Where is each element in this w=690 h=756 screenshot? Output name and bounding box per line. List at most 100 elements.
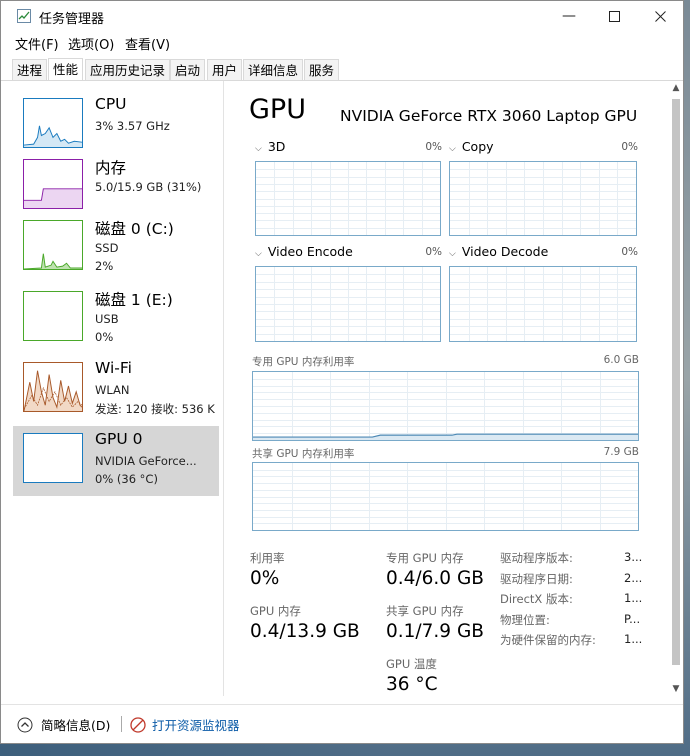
chevron-down-icon: ⌵ [255,144,262,154]
engine-video-decode-selector[interactable]: ⌵ Video Decode [449,244,548,259]
window-title: 任务管理器 [39,12,105,27]
page-title: GPU [249,94,306,125]
engine-3d-graph [255,161,441,236]
footer-bar: 简略信息(D) 打开资源监视器 [1,704,683,743]
title-bar: 任务管理器 — [1,1,683,31]
shared-memory-value: 0.1/7.9 GB [386,621,484,642]
disk1-type: USB [95,312,119,326]
less-details-label: 简略信息(D) [41,718,111,733]
open-resource-monitor-label: 打开资源监视器 [152,718,240,733]
chevron-down-icon: ⌵ [255,249,262,259]
footer-divider [121,716,122,732]
tab-details[interactable]: 详细信息 [243,59,304,80]
tab-processes[interactable]: 进程 [12,59,48,80]
sidebar-item-memory[interactable]: 内存 5.0/15.9 GB (31%) [13,152,219,222]
minimize-icon: — [562,8,576,24]
menu-view[interactable]: 查看(V) [125,34,170,53]
engine-video-decode-graph [449,266,637,342]
resource-monitor-icon [130,716,146,733]
engine-copy-percent: 0% [621,141,638,153]
dedicated-memory-usage-line [253,433,638,440]
directx-version-label: DirectX 版本: [500,592,573,606]
gpu-temperature-label: GPU 温度 [386,657,437,671]
physical-location-label: 物理位置: [500,613,550,627]
gpu-detail-panel: GPU NVIDIA GeForce RTX 3060 Laptop GPU ⌵… [224,81,669,696]
gpu-memory-label: GPU 内存 [250,604,301,618]
engine-copy-graph [449,161,637,236]
physical-location-value: P... [624,612,641,626]
dedicated-memory-graph [252,371,639,441]
tab-app-history[interactable]: 应用历史记录 [85,59,171,80]
gpu-memory-value: 0.4/13.9 GB [250,621,360,642]
dedicated-memory-graph-label: 专用 GPU 内存利用率 [252,356,355,368]
engine-copy-label: Copy [461,139,494,154]
menu-options[interactable]: 选项(O) [68,34,114,53]
gpu0-usage: 0% (36 °C) [95,472,158,486]
less-details-button[interactable]: 简略信息(D) [17,715,110,734]
disk1-title: 磁盘 1 (E:) [95,291,173,309]
graph-gridlines [256,162,440,235]
engine-copy-selector[interactable]: ⌵ Copy [449,139,494,154]
engine-video-decode-percent: 0% [621,246,638,258]
sidebar-item-cpu[interactable]: CPU 3% 3.57 GHz [13,91,219,161]
open-resource-monitor-link[interactable]: 打开资源监视器 [130,715,240,734]
menu-bar: 文件(F) 选项(O) 查看(V) [1,32,683,53]
dedicated-memory-value: 0.4/6.0 GB [386,568,484,589]
vertical-scrollbar[interactable]: ▲ ▼ [669,81,683,701]
engine-video-encode-selector[interactable]: ⌵ Video Encode [255,244,353,259]
close-icon [654,10,666,22]
resource-list: CPU 3% 3.57 GHz 内存 5.0/15.9 GB (31%) 磁盘 … [1,81,224,696]
close-button[interactable] [637,1,683,31]
engine-video-encode-percent: 0% [425,246,442,258]
gpu-model-name: NVIDIA GeForce RTX 3060 Laptop GPU [340,107,638,125]
disk0-title: 磁盘 0 (C:) [95,220,174,238]
gpu0-thumbnail-graph [23,433,83,483]
wifi-title: Wi-Fi [95,359,132,377]
memory-title: 内存 [95,159,127,177]
sidebar-item-disk1[interactable]: 磁盘 1 (E:) USB 0% [13,284,219,354]
sidebar-item-wifi[interactable]: Wi-Fi WLAN 发送: 120 接收: 536 K [13,355,219,425]
tab-users[interactable]: 用户 [207,59,243,80]
driver-date-label: 驱动程序日期: [500,572,573,586]
tab-bar: 进程 性能 应用历史记录 启动 用户 详细信息 服务 [1,56,683,81]
sidebar-item-disk0[interactable]: 磁盘 0 (C:) SSD 2% [13,213,219,283]
engine-video-decode-label: Video Decode [461,244,549,259]
scroll-up-icon[interactable]: ▲ [669,83,683,95]
cpu-usage: 3% 3.57 GHz [95,119,170,133]
chevron-down-icon: ⌵ [449,144,456,154]
shared-memory-label: 共享 GPU 内存 [386,604,464,618]
graph-gridlines [253,463,638,530]
maximize-button[interactable] [591,1,637,31]
memory-usage: 5.0/15.9 GB (31%) [95,180,202,194]
hardware-reserved-memory-value: 1... [624,632,643,646]
graph-gridlines [450,267,636,341]
shared-memory-graph-max: 7.9 GB [603,446,639,458]
task-manager-app-icon [17,9,31,23]
scroll-thumb[interactable] [672,99,680,665]
graph-gridlines [450,162,636,235]
engine-3d-selector[interactable]: ⌵ 3D [255,139,285,154]
memory-thumbnail-graph [23,159,83,209]
utilization-value: 0% [250,568,280,589]
engine-3d-percent: 0% [425,141,442,153]
chevron-down-icon: ⌵ [449,249,456,259]
disk0-thumbnail-graph [23,220,83,270]
sidebar-item-gpu0[interactable]: GPU 0 NVIDIA GeForce... 0% (36 °C) [13,426,219,496]
driver-version-value: 3... [624,550,643,564]
tab-performance[interactable]: 性能 [48,58,84,80]
gpu0-model: NVIDIA GeForce... [95,454,197,468]
hardware-reserved-memory-label: 为硬件保留的内存: [500,633,596,647]
wifi-throughput: 发送: 120 接收: 536 K [95,402,215,416]
menu-file[interactable]: 文件(F) [15,34,59,53]
gpu0-title: GPU 0 [95,430,143,448]
tab-services[interactable]: 服务 [304,59,340,80]
cpu-title: CPU [95,95,127,113]
wifi-thumbnail-graph [23,362,83,412]
driver-version-label: 驱动程序版本: [500,551,573,565]
disk1-usage: 0% [95,330,114,344]
dedicated-memory-graph-max: 6.0 GB [603,354,639,366]
tab-startup[interactable]: 启动 [170,59,206,80]
chevron-up-circle-icon [17,717,33,732]
minimize-button[interactable]: — [546,1,592,31]
scroll-down-icon[interactable]: ▼ [669,684,683,696]
